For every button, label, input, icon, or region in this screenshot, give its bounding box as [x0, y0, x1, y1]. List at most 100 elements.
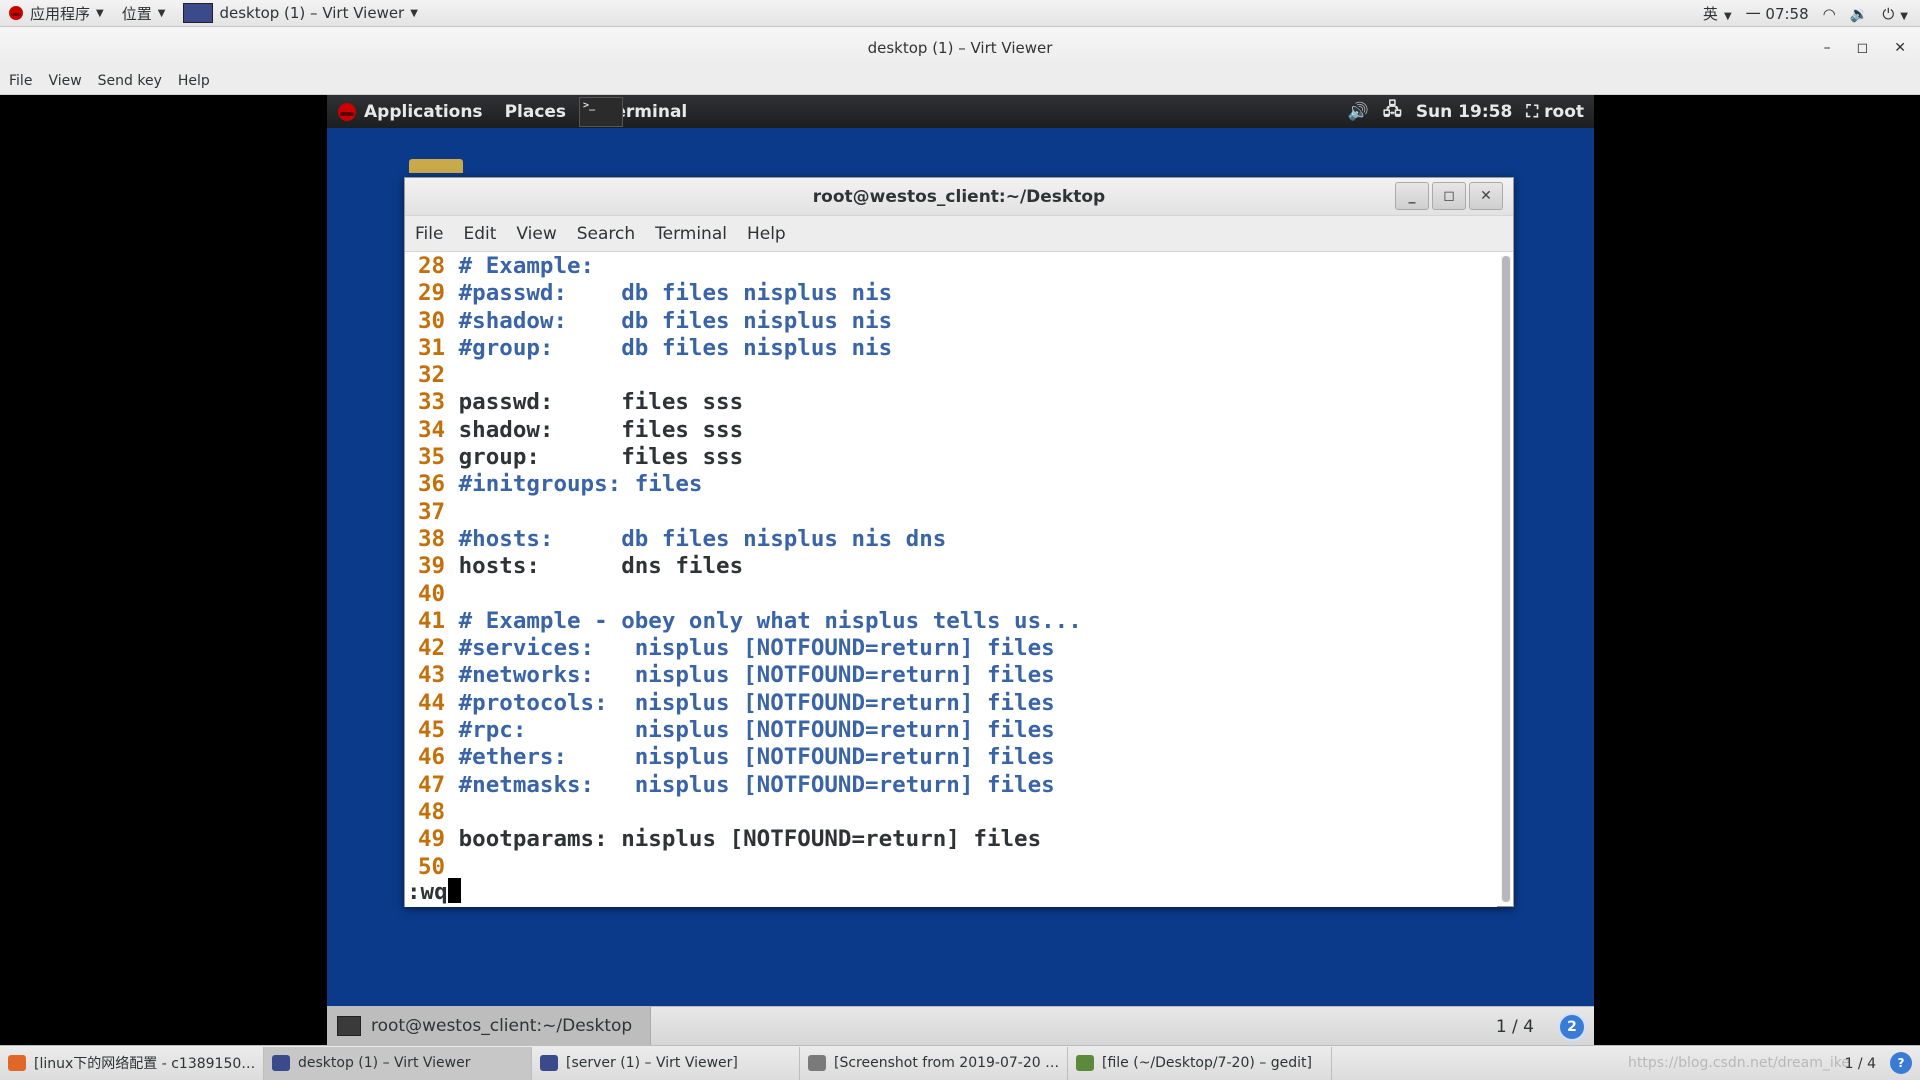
guest-notification-count: 2: [1567, 1019, 1577, 1035]
terminal-menu-terminal[interactable]: Terminal: [655, 224, 727, 244]
vv-menu-send-key[interactable]: Send key: [98, 71, 162, 91]
text-editor-icon: [1076, 1055, 1094, 1071]
minimize-button[interactable]: _: [1395, 182, 1429, 210]
host-places-menu[interactable]: 位置 ▼: [113, 0, 175, 27]
terminal-line: 32: [418, 362, 1497, 389]
terminal-menu-search[interactable]: Search: [577, 224, 635, 244]
host-clock[interactable]: 一 07:58: [1746, 3, 1809, 24]
host-task-desktop-viewer[interactable]: desktop (1) – Virt Viewer: [264, 1046, 532, 1080]
vv-menu-view[interactable]: View: [48, 71, 81, 91]
minimize-icon[interactable]: –: [1824, 40, 1831, 56]
maximize-icon[interactable]: ◻: [1857, 40, 1869, 56]
line-text: #hosts: db files nisplus nis dns: [458, 525, 947, 552]
host-notification-icon[interactable]: ?: [1890, 1052, 1912, 1074]
line-text: shadow: files sss: [458, 416, 744, 443]
line-number: 31: [418, 334, 446, 361]
line-text: #passwd: db files nisplus nis: [458, 280, 893, 307]
terminal-menubar: File Edit View Search Terminal Help: [405, 216, 1513, 252]
power-icon[interactable]: ⏻ ▼: [1882, 5, 1908, 23]
line-number: 45: [418, 717, 446, 744]
line-number: 35: [418, 444, 446, 471]
terminal-line: 46 #ethers: nisplus [NOTFOUND=return] fi…: [418, 744, 1497, 771]
guest-places-menu[interactable]: Places: [494, 95, 577, 128]
volume-icon[interactable]: 🔉: [1850, 5, 1869, 23]
line-text: passwd: files sss: [458, 389, 744, 416]
host-window-title: desktop (1) – Virt Viewer: [219, 4, 405, 22]
close-icon[interactable]: ✕: [1894, 40, 1906, 56]
guest-display[interactable]: Applications Places Terminal 🔊 🖧 Sun 19:…: [327, 95, 1594, 1045]
terminal-line: 41 # Example - obey only what nisplus te…: [418, 608, 1497, 635]
chevron-down-icon: ▼: [157, 7, 166, 19]
input-method-indicator[interactable]: 英 ▼: [1703, 3, 1732, 24]
guest-terminal-launcher[interactable]: Terminal: [577, 95, 698, 128]
desktop-folder-icon[interactable]: [409, 159, 463, 173]
wifi-icon[interactable]: ◠: [1823, 5, 1836, 23]
guest-applications-menu[interactable]: Applications: [327, 95, 494, 128]
line-number: 32: [418, 362, 446, 389]
terminal-text-area[interactable]: 28 # Example: 29 #passwd: db files nisplu…: [405, 252, 1497, 907]
terminal-menu-view[interactable]: View: [516, 224, 556, 244]
guest-clock[interactable]: Sun 19:58: [1416, 102, 1512, 122]
terminal-line: 31 #group: db files nisplus nis: [418, 335, 1497, 362]
close-button[interactable]: ✕: [1469, 182, 1503, 210]
line-text: #protocols: nisplus [NOTFOUND=return] fi…: [458, 689, 1055, 716]
volume-icon[interactable]: 🔊: [1348, 102, 1369, 122]
host-task-label: desktop (1) – Virt Viewer: [298, 1055, 471, 1071]
line-number: 34: [418, 416, 446, 443]
line-text: bootparams: nisplus [NOTFOUND=return] fi…: [458, 826, 1042, 853]
line-number: 29: [418, 280, 446, 307]
terminal-menu-help[interactable]: Help: [747, 224, 786, 244]
line-text: #netmasks: nisplus [NOTFOUND=return] fil…: [458, 771, 1055, 798]
vim-command-line[interactable]: :wq: [407, 878, 461, 905]
line-number: 37: [418, 498, 446, 525]
terminal-line: 48: [418, 799, 1497, 826]
guest-workspace-pager[interactable]: 1 / 4: [1496, 1007, 1534, 1045]
line-text: #services: nisplus [NOTFOUND=return] fil…: [458, 635, 1055, 662]
chevron-down-icon: ▼: [410, 7, 418, 19]
vv-menu-help[interactable]: Help: [178, 71, 210, 91]
terminal-titlebar[interactable]: root@westos_client:~/Desktop _ ◻ ✕: [405, 178, 1513, 216]
chevron-down-icon: ▼: [1723, 11, 1732, 22]
terminal-line: 33 passwd: files sss: [418, 389, 1497, 416]
terminal-line: 49 bootparams: nisplus [NOTFOUND=return]…: [418, 826, 1497, 853]
host-applications-menu[interactable]: 应用程序 ▼: [0, 0, 113, 27]
guest-top-panel: Applications Places Terminal 🔊 🖧 Sun 19:…: [327, 95, 1594, 128]
line-number: 49: [418, 826, 446, 853]
redhat-logo-icon: [338, 102, 356, 121]
guest-notification-badge[interactable]: 2: [1558, 1013, 1586, 1041]
line-text: # Example - obey only what nisplus tells…: [458, 607, 1082, 634]
terminal-title: root@westos_client:~/Desktop: [812, 186, 1106, 207]
guest-task-label: root@westos_client:~/Desktop: [371, 1016, 633, 1036]
terminal-line: 28 # Example:: [418, 253, 1497, 280]
vv-menu-file[interactable]: File: [9, 71, 32, 91]
terminal-scrollbar-thumb[interactable]: [1502, 256, 1510, 902]
line-number: 38: [418, 525, 446, 552]
maximize-button[interactable]: ◻: [1432, 182, 1466, 210]
host-task-gedit[interactable]: [file (~/Desktop/7-20) – gedit]: [1068, 1046, 1332, 1080]
host-window-menu[interactable]: desktop (1) – Virt Viewer ▼: [174, 0, 427, 27]
network-icon[interactable]: 🖧: [1383, 97, 1402, 126]
host-workspace-pager[interactable]: 1 / 4: [1845, 1046, 1876, 1080]
terminal-menu-edit[interactable]: Edit: [463, 224, 496, 244]
terminal-line: 36 #initgroups: files: [418, 471, 1497, 498]
host-task-screenshot[interactable]: [Screenshot from 2019-07-20 …: [800, 1046, 1068, 1080]
line-number: 44: [418, 689, 446, 716]
maximize-icon: ◻: [1443, 188, 1455, 204]
guest-system-tray: 🔊 🖧 Sun 19:58 ⛶ root: [1348, 95, 1584, 128]
host-task-label: [server (1) – Virt Viewer]: [566, 1055, 738, 1071]
terminal-scrollbar[interactable]: [1501, 256, 1511, 902]
terminal-line: 43 #networks: nisplus [NOTFOUND=return] …: [418, 662, 1497, 689]
line-text: #shadow: db files nisplus nis: [458, 307, 893, 334]
virt-viewer-title: desktop (1) – Virt Viewer: [867, 38, 1053, 57]
terminal-menu-file[interactable]: File: [415, 224, 443, 244]
guest-pager-label: 1 / 4: [1495, 1016, 1534, 1037]
virt-viewer-menubar: File View Send key Help: [0, 68, 1920, 95]
host-task-server-viewer[interactable]: [server (1) – Virt Viewer]: [532, 1046, 800, 1080]
user-menu[interactable]: ⛶ root: [1526, 102, 1584, 122]
guest-task-terminal[interactable]: root@westos_client:~/Desktop: [327, 1006, 651, 1045]
watermark: https://blog.csdn.net/dream_ike: [1627, 1055, 1850, 1071]
host-task-browser[interactable]: [linux下的网络配置 - c1389150…: [0, 1046, 264, 1080]
terminal-window-controls: _ ◻ ✕: [1395, 182, 1503, 210]
line-number: 50: [418, 853, 446, 880]
terminal-line: 45 #rpc: nisplus [NOTFOUND=return] files: [418, 717, 1497, 744]
